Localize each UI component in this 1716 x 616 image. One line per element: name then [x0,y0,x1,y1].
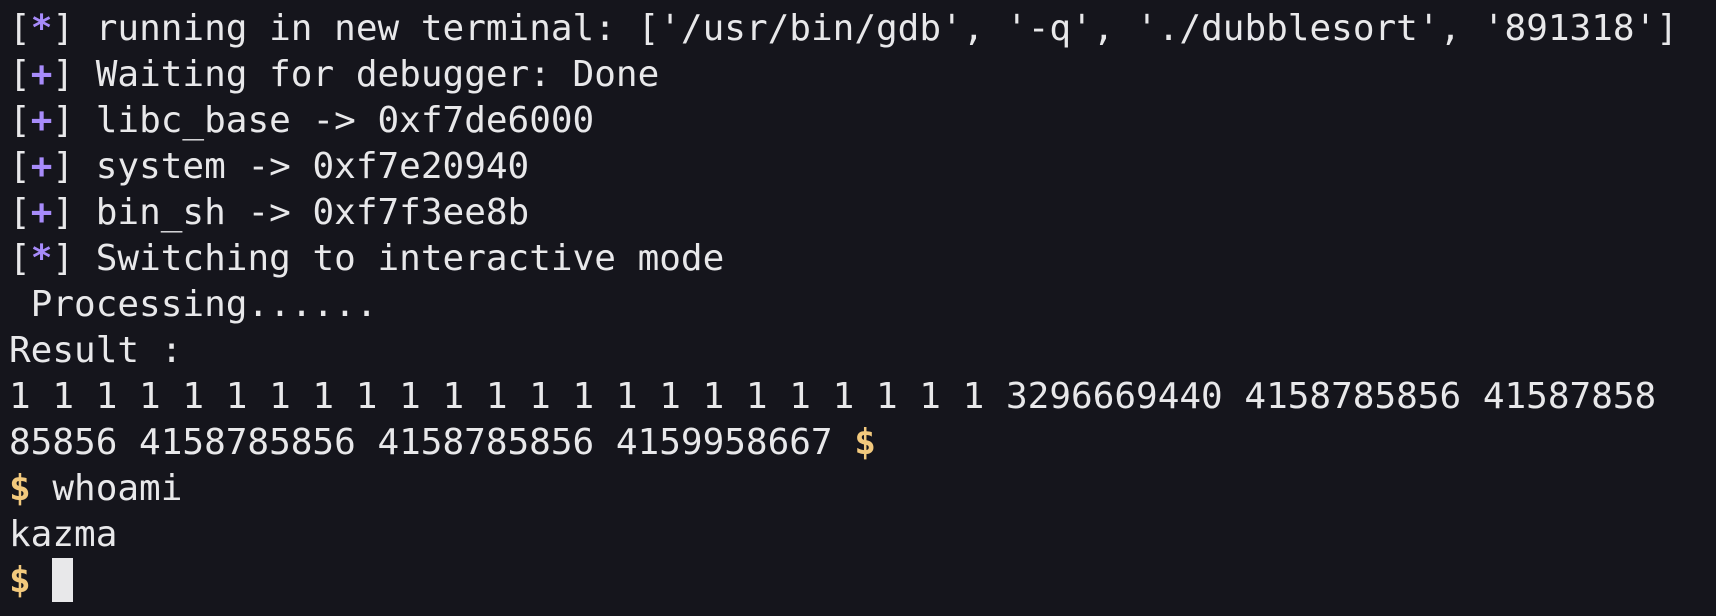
bracket-open: [ [9,8,31,49]
bracket-close: ] [52,8,75,49]
command-line-whoami: $ whoami [0,466,1716,512]
bracket-close: ] [52,146,75,187]
status-text: Waiting for debugger: Done [74,54,660,95]
command-text: whoami [30,468,183,509]
output-line-result-values: 1 1 1 1 1 1 1 1 1 1 1 1 1 1 1 1 1 1 1 1 … [9,376,1657,417]
status-text: Switching to interactive mode [74,238,725,279]
status-text: libc_base -> 0xf7de6000 [74,100,595,141]
output-text: 85856 4158785856 4158785856 4159958667 [9,422,855,463]
output-line-processing: Processing...... [9,284,378,325]
input-spacer [31,560,53,601]
shell-prompt: $ [9,560,31,601]
output-line-username: kazma [9,514,118,555]
bracket-close: ] [52,100,75,141]
status-line-system: [+] system -> 0xf7e20940 [0,144,1716,190]
status-text: system -> 0xf7e20940 [74,146,530,187]
output-line-result-values-cont: 85856 4158785856 4158785856 4159958667 $ [0,420,1716,466]
bracket-close: ] [52,192,75,233]
status-line-debugger: [+] Waiting for debugger: Done [0,52,1716,98]
shell-prompt: $ [854,422,876,463]
bracket-open: [ [9,192,31,233]
bracket-close: ] [52,54,75,95]
output-line-result-label: Result : [9,330,183,371]
status-text: bin_sh -> 0xf7f3ee8b [74,192,530,233]
text-cursor[interactable] [52,558,74,602]
status-text: running in new terminal: ['/usr/bin/gdb'… [74,8,1678,49]
bracket-open: [ [9,100,31,141]
success-symbol: + [30,146,53,187]
bracket-open: [ [9,54,31,95]
bracket-open: [ [9,238,31,279]
input-line[interactable]: $ [0,558,1716,604]
success-symbol: + [30,100,53,141]
bracket-close: ] [52,238,75,279]
status-line-running: [*] running in new terminal: ['/usr/bin/… [0,6,1716,52]
terminal-window[interactable]: [*] running in new terminal: ['/usr/bin/… [0,0,1716,616]
success-symbol: + [30,192,53,233]
status-line-bin-sh: [+] bin_sh -> 0xf7f3ee8b [0,190,1716,236]
info-symbol: * [30,238,53,279]
info-symbol: * [30,8,53,49]
bracket-open: [ [9,146,31,187]
status-line-libc-base: [+] libc_base -> 0xf7de6000 [0,98,1716,144]
success-symbol: + [30,54,53,95]
status-line-interactive: [*] Switching to interactive mode [0,236,1716,282]
shell-prompt: $ [9,468,31,509]
